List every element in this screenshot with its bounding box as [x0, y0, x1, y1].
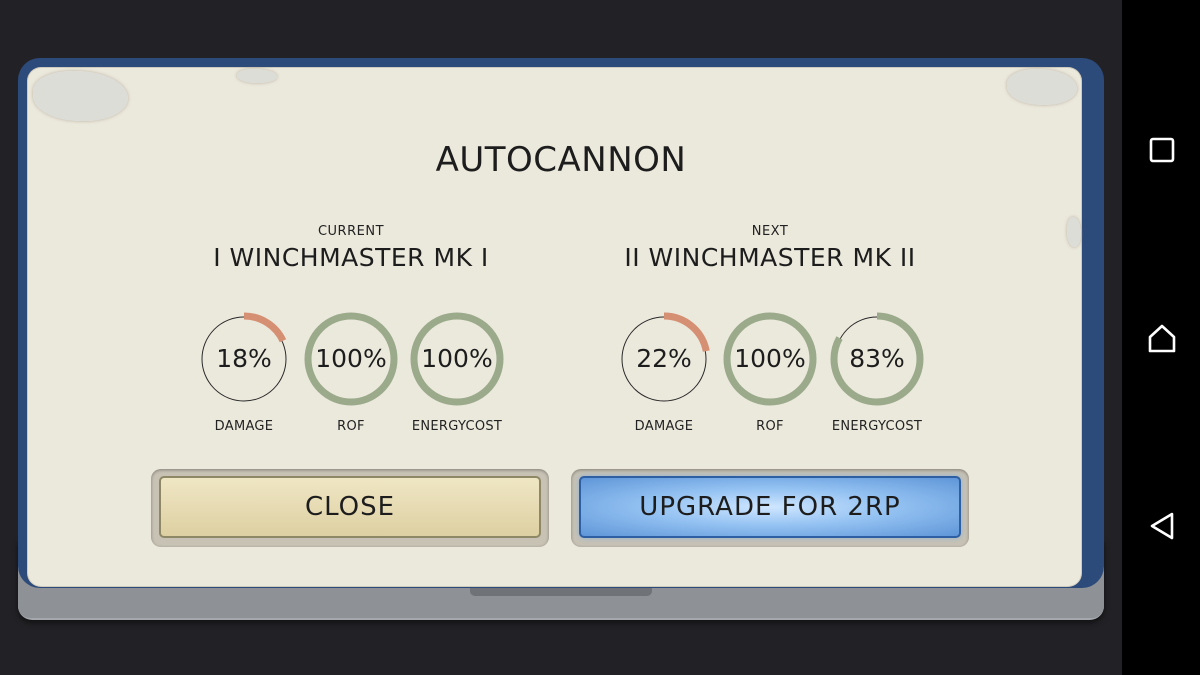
current-damage-label: DAMAGE [214, 419, 274, 434]
wear-mark [33, 71, 128, 121]
upgrade-button-label: UPGRADE FOR 2RP [639, 492, 901, 522]
close-button[interactable]: CLOSE [159, 476, 541, 538]
next-tag: NEXT [751, 224, 789, 239]
back-icon [1150, 512, 1174, 540]
current-energycost-label: ENERGYCOST [411, 419, 503, 434]
close-button-label: CLOSE [304, 492, 396, 522]
current-rof-label: ROF [337, 419, 365, 434]
current-rof-value: 100% [315, 344, 387, 373]
next-weapon-name: II WINCHMASTER MK II [624, 243, 916, 272]
current-energycost-stat: 100% ENERGYCOST [397, 309, 517, 439]
current-tag: CURRENT [317, 224, 385, 239]
android-navbar [1122, 0, 1200, 675]
next-energycost-label: ENERGYCOST [831, 419, 923, 434]
wear-mark [1007, 69, 1077, 105]
home-icon [1148, 324, 1176, 353]
current-damage-stat: 18% DAMAGE [184, 309, 304, 439]
upgrade-button[interactable]: UPGRADE FOR 2RP [579, 476, 961, 538]
next-damage-label: DAMAGE [634, 419, 694, 434]
next-energycost-stat: 83% ENERGYCOST [817, 309, 937, 439]
current-weapon-name: I WINCHMASTER MK I [213, 243, 489, 272]
next-rof-stat: 100% ROF [710, 309, 830, 439]
panel-frame-tab [470, 588, 652, 596]
dialog-title: AUTOCANNON [435, 140, 687, 180]
recents-button[interactable] [1142, 130, 1182, 170]
home-button[interactable] [1142, 318, 1182, 358]
current-energycost-value: 100% [421, 344, 493, 373]
back-button[interactable] [1142, 506, 1182, 546]
next-damage-value: 22% [636, 344, 692, 373]
next-damage-stat: 22% DAMAGE [604, 309, 724, 439]
next-rof-label: ROF [756, 419, 784, 434]
current-rof-stat: 100% ROF [291, 309, 411, 439]
wear-mark [237, 69, 277, 83]
next-energycost-value: 83% [849, 344, 905, 373]
current-damage-value: 18% [216, 344, 272, 373]
wear-mark [1067, 217, 1081, 247]
game-screen: AUTOCANNON CURRENT I WINCHMASTER MK I 18… [0, 0, 1200, 675]
next-rof-value: 100% [734, 344, 806, 373]
recents-icon [1149, 137, 1175, 163]
